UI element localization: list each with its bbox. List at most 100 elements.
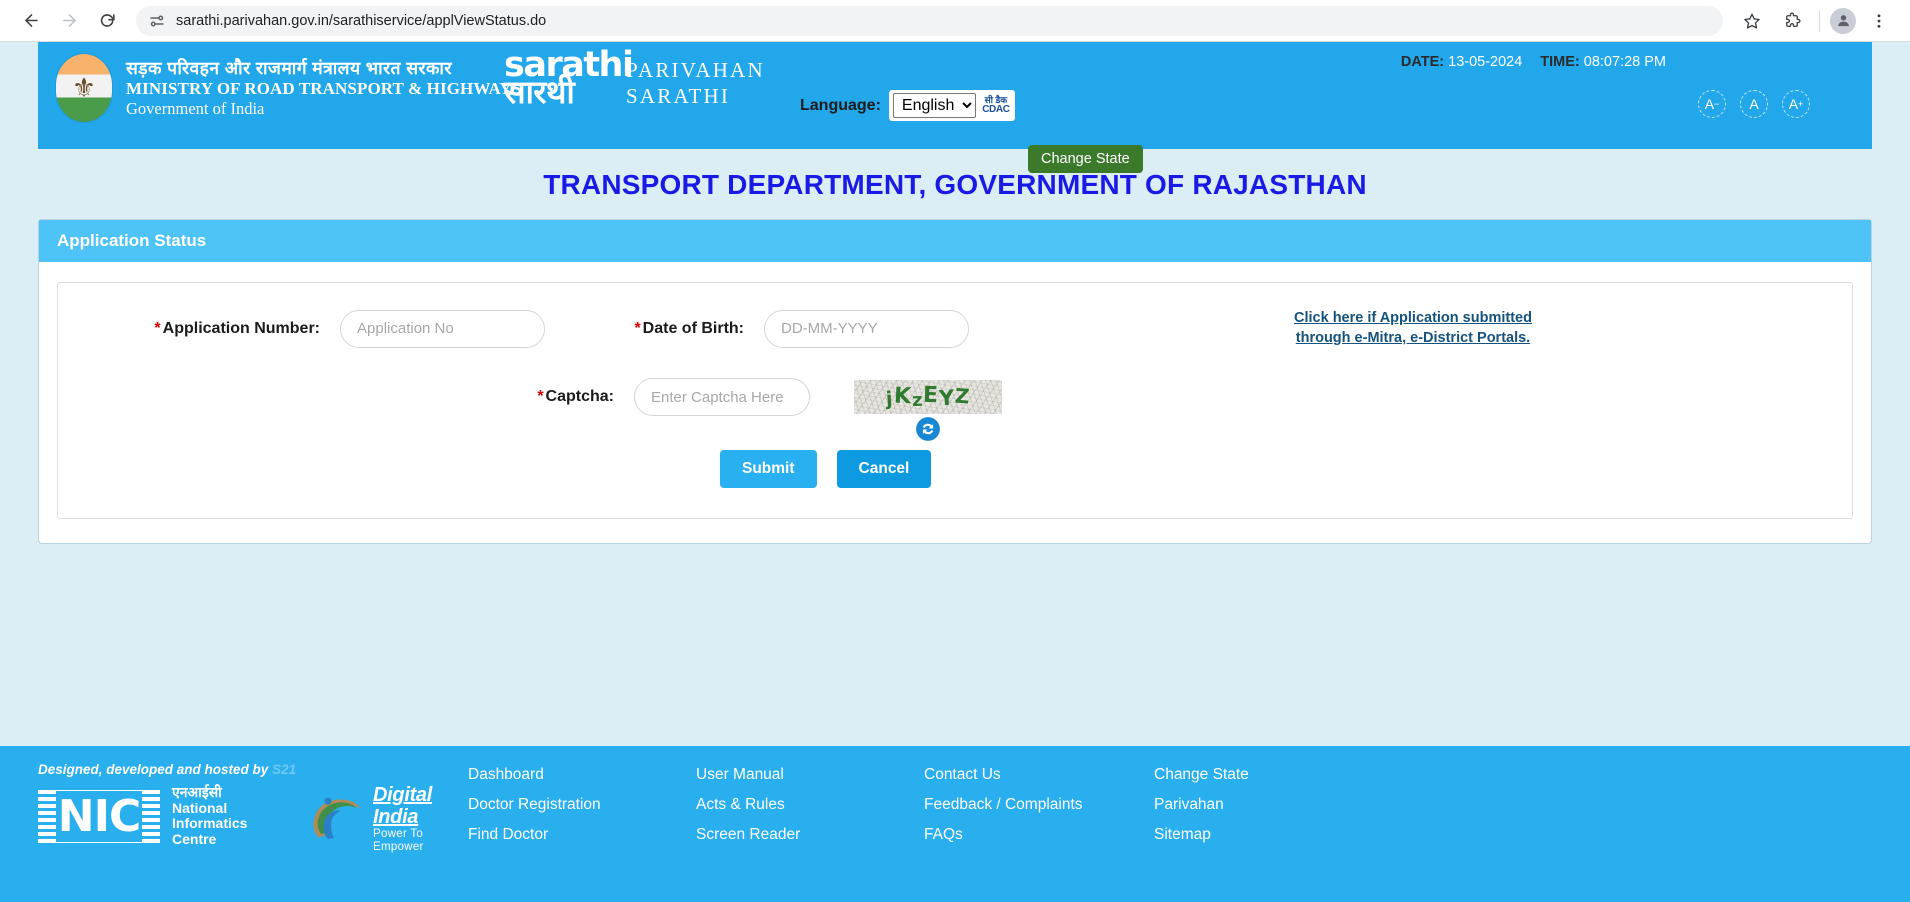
font-normal-button[interactable]: A: [1740, 90, 1768, 118]
footer-link[interactable]: Screen Reader: [696, 826, 924, 844]
application-status-card: Application Status * Application Number: …: [38, 219, 1872, 545]
emblem-lions-glyph: ⚜: [71, 72, 97, 103]
refresh-captcha-icon[interactable]: [915, 416, 941, 442]
footer-link[interactable]: Contact Us: [924, 766, 1154, 784]
reload-icon[interactable]: [90, 4, 124, 38]
card-body: *Application Number: *Date of Birth:: [39, 262, 1871, 543]
site-header: ⚜ सड़क परिवहन और राजमार्ग मंत्रालय भारत …: [38, 42, 1872, 173]
brand-parivahan: PARIVAHAN: [626, 57, 765, 82]
required-asterisk: *: [537, 388, 544, 406]
ministry-english: MINISTRY OF ROAD TRANSPORT & HIGHWAYS: [126, 78, 522, 98]
url-text: sarathi.parivahan.gov.in/sarathiservice/…: [176, 12, 547, 29]
footer-links: Dashboard Doctor Registration Find Docto…: [468, 762, 1872, 848]
captcha-block: jKzEYZ: [854, 380, 1002, 442]
form-row-captcha: *Captcha: jKzEYZ: [78, 378, 1832, 442]
toolbar-divider: [1819, 9, 1820, 32]
footer-link[interactable]: Find Doctor: [468, 826, 696, 844]
required-asterisk: *: [634, 319, 641, 337]
captcha-char: z: [911, 389, 923, 411]
ministry-hindi: सड़क परिवहन और राजमार्ग मंत्रालय भारत सर…: [126, 57, 452, 78]
sarathi-logo: sarathi सारथी PARIVAHAN SARATHI: [504, 48, 765, 116]
time-value: 08:07:28 PM: [1583, 54, 1666, 70]
emitra-link-line1: Click here if Application submitted: [1294, 310, 1532, 326]
nic-line3: Centre: [172, 831, 217, 848]
footer-column: Change State Parivahan Sitemap: [1154, 766, 1249, 848]
digital-india-logo: Digital India Power To Empower: [308, 784, 468, 853]
font-size-controls: A − A A +: [1698, 90, 1810, 118]
extensions-icon[interactable]: [1775, 4, 1809, 38]
footer-link[interactable]: Feedback / Complaints: [924, 796, 1154, 814]
captcha-char: Z: [954, 383, 971, 409]
required-asterisk: *: [154, 319, 161, 337]
submit-button[interactable]: Submit: [720, 450, 817, 489]
forward-icon[interactable]: [52, 4, 86, 38]
nic-line1: National: [172, 799, 228, 816]
digital-india-tagline: Power To Empower: [373, 828, 424, 853]
chrome-menu-icon[interactable]: [1862, 4, 1896, 38]
date-value: 13-05-2024: [1448, 54, 1523, 70]
application-number-input[interactable]: [340, 309, 545, 348]
footer-column: Contact Us Feedback / Complaints FAQs: [924, 766, 1154, 848]
time-label: TIME:: [1540, 54, 1580, 70]
card-header-title: Application Status: [39, 220, 1871, 262]
date-label: DATE:: [1400, 54, 1445, 70]
language-box: English हिंदी सी डैक CDAC: [888, 90, 1015, 121]
date-of-birth-label: * Date of Birth:: [634, 319, 744, 337]
footer-column: Dashboard Doctor Registration Find Docto…: [468, 766, 696, 848]
digital-india-title: Digital India: [373, 784, 433, 828]
change-state-button[interactable]: Change State: [1028, 145, 1143, 173]
captcha-char: K: [892, 383, 912, 410]
address-bar[interactable]: sarathi.parivahan.gov.in/sarathiservice/…: [136, 5, 1723, 36]
emitra-portal-link[interactable]: Click here if Application submitted thro…: [1294, 309, 1532, 348]
ministry-text: सड़क परिवहन और राजमार्ग मंत्रालय भारत सर…: [126, 58, 521, 118]
captcha-char: Y: [938, 385, 956, 411]
application-number-label: * Application Number:: [154, 319, 320, 337]
ministry-branding: ⚜ सड़क परिवहन और राजमार्ग मंत्रालय भारत …: [38, 42, 521, 122]
language-select[interactable]: English हिंदी: [892, 93, 976, 118]
nic-mark-icon: NIC: [38, 787, 160, 846]
form-actions: Submit Cancel: [78, 450, 1832, 489]
language-selector: Language: English हिंदी सी डैक CDAC: [800, 90, 1015, 121]
india-emblem-icon: ⚜: [56, 54, 112, 122]
designed-by-text: Designed, developed and hosted by S21: [38, 762, 297, 777]
site-settings-icon[interactable]: [148, 12, 166, 30]
sarathi-wordmark: sarathi सारथी: [504, 48, 634, 116]
nic-line2: Informatics: [172, 815, 248, 832]
page-container: ⚜ सड़क परिवहन और राजमार्ग मंत्रालय भारत …: [0, 42, 1910, 902]
government-of-india: Government of India: [126, 98, 265, 118]
footer-link[interactable]: Acts & Rules: [696, 796, 924, 814]
captcha-input[interactable]: [634, 378, 810, 417]
captcha-label: * Captcha:: [537, 388, 614, 406]
footer-link[interactable]: Sitemap: [1154, 826, 1249, 844]
nic-hindi: एनआईसी: [172, 784, 222, 800]
browser-toolbar: sarathi.parivahan.gov.in/sarathiservice/…: [0, 0, 1910, 42]
back-icon[interactable]: [14, 4, 48, 38]
profile-avatar[interactable]: [1830, 7, 1856, 34]
footer-link[interactable]: User Manual: [696, 766, 924, 784]
site-footer: Designed, developed and hosted by S21 NI…: [0, 746, 1910, 902]
footer-link[interactable]: FAQs: [924, 826, 1154, 844]
font-decrease-button[interactable]: A −: [1698, 90, 1726, 118]
footer-link[interactable]: Doctor Registration: [468, 796, 696, 814]
bookmark-star-icon[interactable]: [1735, 4, 1769, 38]
footer-link[interactable]: Change State: [1154, 766, 1249, 784]
nic-text: एनआईसी National Informatics Centre: [172, 784, 248, 848]
cdac-logo: सी डैक CDAC: [981, 95, 1011, 116]
captcha-image: jKzEYZ: [854, 380, 1002, 415]
footer-link[interactable]: Parivahan: [1154, 796, 1249, 814]
form-container: *Application Number: *Date of Birth:: [57, 282, 1853, 520]
digital-india-text: Digital India Power To Empower: [373, 784, 468, 853]
cdac-english: CDAC: [982, 103, 1010, 115]
form-row-primary: *Application Number: *Date of Birth:: [78, 309, 1832, 348]
sarathi-logo-hindi: सारथी: [504, 74, 575, 110]
language-label: Language:: [800, 96, 881, 114]
brand-words: PARIVAHAN SARATHI: [626, 57, 765, 110]
footer-link[interactable]: Dashboard: [468, 766, 696, 784]
cancel-button[interactable]: Cancel: [836, 450, 932, 489]
font-increase-button[interactable]: A +: [1782, 90, 1810, 118]
emitra-link-line2: through e-Mitra, e-District Portals.: [1295, 329, 1531, 346]
date-of-birth-input[interactable]: [764, 309, 969, 348]
captcha-char: E: [922, 382, 939, 408]
nic-abbr: NIC: [55, 790, 143, 842]
date-time-display: DATE: 13-05-2024 TIME: 08:07:28 PM: [1401, 54, 1666, 70]
